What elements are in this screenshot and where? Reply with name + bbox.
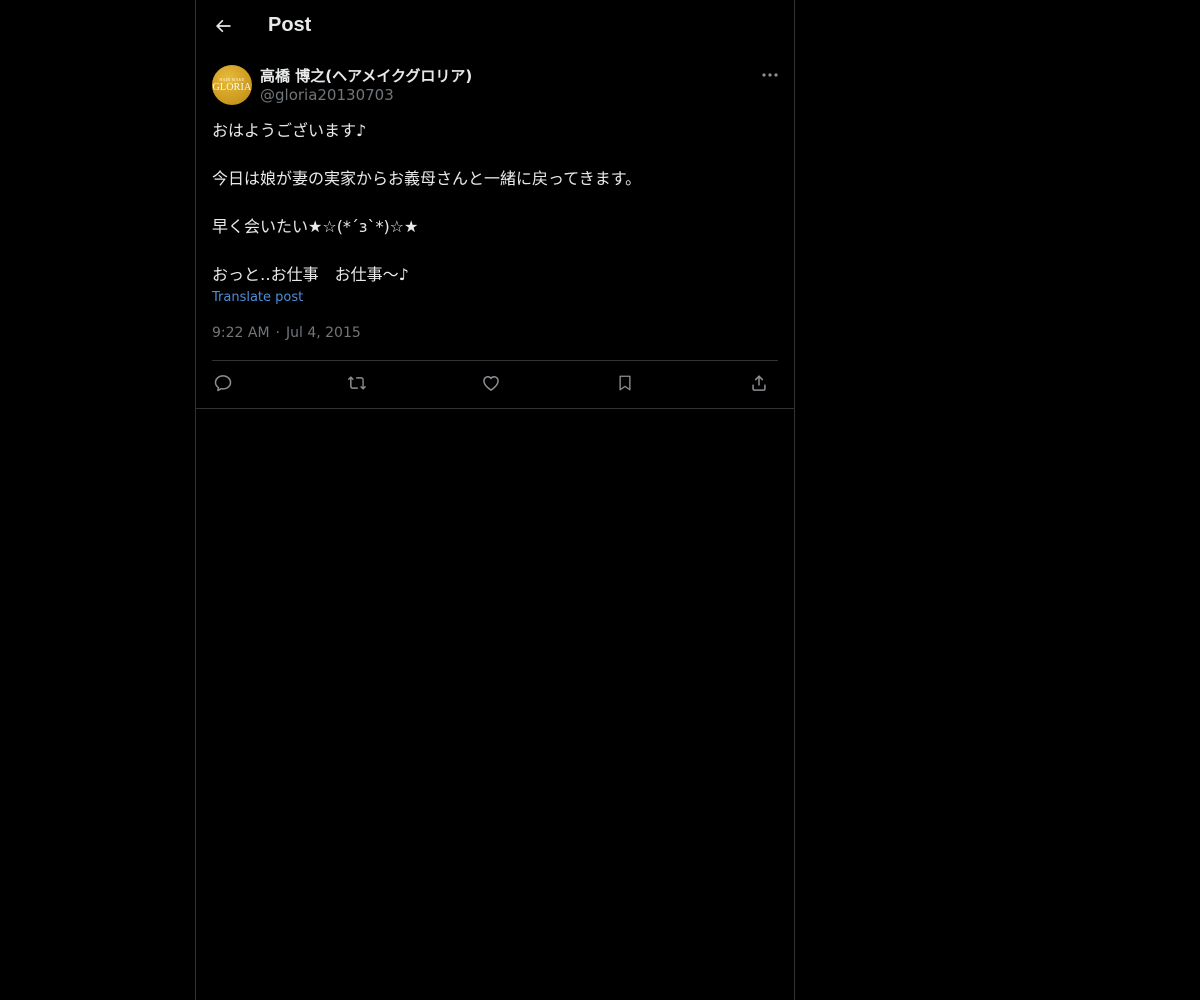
bookmark-icon (616, 373, 634, 393)
post-timestamp: 9:22 AM · Jul 4, 2015 (212, 325, 361, 341)
avatar-logo-line2: GLORIA (212, 82, 252, 93)
post-text-line (212, 143, 778, 167)
post-text-line: おはようございます♪ (212, 121, 367, 140)
bookmark-button[interactable] (614, 372, 636, 394)
more-horizontal-icon (762, 73, 778, 77)
heart-icon (481, 373, 501, 393)
author-handle[interactable]: @gloria20130703 (260, 86, 394, 104)
reply-icon (213, 373, 233, 393)
author-name[interactable]: 高橋 博之(ヘアメイクグロリア) (260, 65, 472, 86)
header-bar: Post (196, 0, 794, 53)
post-date[interactable]: Jul 4, 2015 (286, 325, 361, 341)
page-title: Post (268, 14, 312, 36)
post-text-line: 早く会いたい★☆(*´з`*)☆★ (212, 217, 419, 236)
reply-button[interactable] (212, 372, 234, 394)
post-detail: HAIR MAKE GLORIA 高橋 博之(ヘアメイクグロリア) @glori… (196, 53, 794, 409)
translate-post-link[interactable]: Translate post (212, 290, 303, 305)
post-text: おはようございます♪ 今日は娘が妻の実家からお義母さんと一緒に戻ってきます。 早… (212, 119, 778, 287)
post-text-line: 今日は娘が妻の実家からお義母さんと一緒に戻ってきます。 (212, 169, 642, 188)
like-button[interactable] (480, 372, 502, 394)
divider (212, 360, 778, 361)
post-text-line (212, 239, 778, 263)
action-bar (212, 372, 778, 396)
timestamp-separator: · (275, 325, 280, 341)
post-text-line (212, 191, 778, 215)
repost-icon (346, 373, 368, 393)
post-time[interactable]: 9:22 AM (212, 325, 270, 341)
avatar[interactable]: HAIR MAKE GLORIA (212, 65, 252, 105)
share-icon (749, 373, 769, 393)
post-text-line: おっと‥お仕事 お仕事〜♪ (212, 265, 409, 284)
back-button[interactable] (208, 11, 238, 41)
repost-button[interactable] (346, 372, 368, 394)
share-button[interactable] (748, 372, 770, 394)
more-options-button[interactable] (760, 67, 780, 83)
main-column: Post HAIR MAKE GLORIA 高橋 博之(ヘアメイクグロリア) @… (195, 0, 795, 1000)
arrow-left-icon (213, 16, 233, 36)
